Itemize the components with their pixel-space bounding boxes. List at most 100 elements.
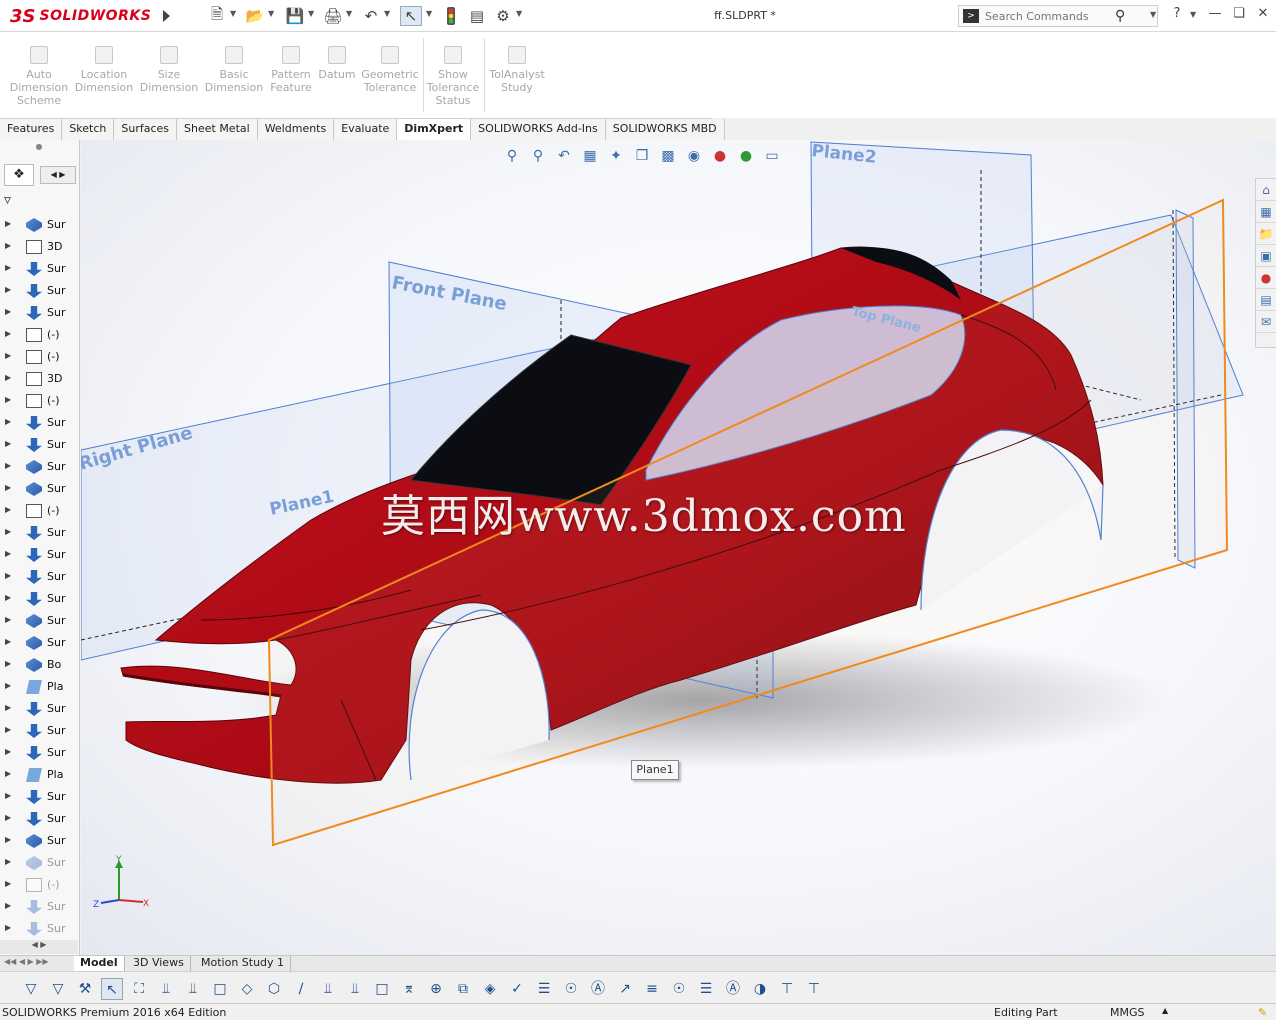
- expand-arrow-icon[interactable]: ▶: [5, 659, 11, 668]
- selection-filter-icon[interactable]: ☰: [533, 978, 555, 1000]
- restore-icon[interactable]: ❏: [1228, 6, 1250, 26]
- tab-sheet-metal[interactable]: Sheet Metal: [177, 119, 258, 140]
- size-dimension-button[interactable]: Size Dimension: [138, 46, 200, 94]
- expand-arrow-icon[interactable]: ▶: [5, 681, 11, 690]
- expand-arrow-icon[interactable]: ▶: [5, 373, 11, 382]
- tree-item[interactable]: ▶ Sur: [0, 214, 78, 236]
- expand-arrow-icon[interactable]: ▶: [5, 527, 11, 536]
- hide-show-items-icon[interactable]: ◉: [683, 145, 705, 167]
- expand-arrow-icon[interactable]: ▶: [5, 725, 11, 734]
- selection-filter-icon[interactable]: □: [371, 978, 393, 1000]
- expand-arrow-icon[interactable]: ▶: [5, 505, 11, 514]
- selection-filter-icon[interactable]: Ⓐ: [587, 978, 609, 1000]
- options-gear-icon[interactable]: ⚙: [492, 6, 514, 26]
- expand-arrow-icon[interactable]: ▶: [5, 857, 11, 866]
- filter-icon[interactable]: ▿: [4, 192, 24, 212]
- units-label[interactable]: MMGS: [1110, 1006, 1145, 1019]
- undo-icon[interactable]: ↶: [360, 6, 382, 26]
- expand-arrow-icon[interactable]: ▶: [5, 395, 11, 404]
- selection-filter-icon[interactable]: ▽: [20, 978, 42, 1000]
- options-dropdown-icon[interactable]: ▼: [516, 9, 524, 21]
- solidworks-resources-icon[interactable]: ⌂: [1256, 179, 1276, 201]
- tree-item[interactable]: ▶ Sur: [0, 808, 78, 830]
- selection-filter-icon[interactable]: ⫫: [155, 978, 177, 1000]
- show-tolerance-status-button[interactable]: Show Tolerance Status: [426, 46, 480, 107]
- expand-arrow-icon[interactable]: ▶: [5, 263, 11, 272]
- expand-arrow-icon[interactable]: ▶: [5, 351, 11, 360]
- menu-flyout-arrow-icon[interactable]: [160, 8, 172, 24]
- expand-arrow-icon[interactable]: ▶: [5, 219, 11, 228]
- tree-item[interactable]: ▶ Sur: [0, 522, 78, 544]
- expand-arrow-icon[interactable]: ▶: [5, 439, 11, 448]
- selection-filter-icon[interactable]: ⛶: [128, 978, 150, 1000]
- tab-weldments[interactable]: Weldments: [257, 119, 335, 140]
- selection-filter-icon[interactable]: ☉: [560, 978, 582, 1000]
- selection-filter-icon[interactable]: ◇: [236, 978, 258, 1000]
- tab-evaluate[interactable]: Evaluate: [334, 119, 398, 140]
- custom-properties-icon[interactable]: ▤: [1256, 289, 1276, 311]
- select-dropdown-icon[interactable]: ▼: [426, 9, 434, 21]
- search-input[interactable]: [985, 9, 1115, 23]
- tree-item[interactable]: ▶ 3D: [0, 368, 78, 390]
- rebuild-status-icon[interactable]: ✎: [1258, 1006, 1267, 1019]
- geometric-tolerance-button[interactable]: Geometric Tolerance: [360, 46, 420, 94]
- expand-arrow-icon[interactable]: ▶: [5, 769, 11, 778]
- tab-motion-study-1[interactable]: Motion Study 1: [195, 956, 292, 971]
- selection-filter-icon[interactable]: ◑: [749, 978, 771, 1000]
- viewport-split-icon[interactable]: ▯: [1175, 140, 1181, 141]
- tab-sketch[interactable]: Sketch: [62, 119, 115, 140]
- expand-arrow-icon[interactable]: ▶: [5, 835, 11, 844]
- selection-filter-icon[interactable]: ↗: [614, 978, 636, 1000]
- print-dropdown-icon[interactable]: ▼: [346, 9, 354, 21]
- tree-item[interactable]: ▶ Sur: [0, 280, 78, 302]
- expand-arrow-icon[interactable]: ▶: [5, 593, 11, 602]
- selection-filter-icon[interactable]: ↖: [101, 978, 123, 1000]
- selection-filter-icon[interactable]: ⊤: [803, 978, 825, 1000]
- expand-arrow-icon[interactable]: ▶: [5, 241, 11, 250]
- tree-item[interactable]: ▶ (-): [0, 324, 78, 346]
- selection-filter-icon[interactable]: ☰: [695, 978, 717, 1000]
- tree-item[interactable]: ▶ Pla: [0, 764, 78, 786]
- selection-filter-icon[interactable]: ⊕: [425, 978, 447, 1000]
- view-orientation-icon[interactable]: ❒: [631, 145, 653, 167]
- tree-item[interactable]: ▶ Sur: [0, 786, 78, 808]
- tree-item[interactable]: ▶ Sur: [0, 918, 78, 940]
- expand-arrow-icon[interactable]: ▶: [5, 549, 11, 558]
- apply-scene-icon[interactable]: ●: [735, 145, 757, 167]
- open-folder-icon[interactable]: 📂: [244, 6, 266, 26]
- datum-button[interactable]: Datum: [318, 46, 356, 81]
- tree-item[interactable]: ▶ Sur: [0, 698, 78, 720]
- tab-features[interactable]: Features: [0, 119, 63, 140]
- tab-surfaces[interactable]: Surfaces: [114, 119, 178, 140]
- tree-item[interactable]: ▶ Sur: [0, 742, 78, 764]
- new-dropdown-icon[interactable]: ▼: [230, 9, 238, 21]
- selection-filter-icon[interactable]: Ⓐ: [722, 978, 744, 1000]
- units-dropdown-icon[interactable]: ▲: [1162, 1006, 1168, 1015]
- selection-filter-icon[interactable]: □: [209, 978, 231, 1000]
- expand-arrow-icon[interactable]: ▶: [5, 747, 11, 756]
- basic-dimension-button[interactable]: Basic Dimension: [203, 46, 265, 94]
- pattern-feature-button[interactable]: Pattern Feature: [266, 46, 316, 94]
- tab-solidworks-add-ins[interactable]: SOLIDWORKS Add-Ins: [471, 119, 606, 140]
- selection-filter-icon[interactable]: ∕: [290, 978, 312, 1000]
- selection-filter-icon[interactable]: ⫫: [317, 978, 339, 1000]
- panel-splitter-handle[interactable]: ●: [0, 142, 78, 154]
- print-icon[interactable]: 🖨: [322, 6, 344, 26]
- graphics-area[interactable]: Right Plane Front Plane Top Plane Plane1…: [81, 140, 1276, 955]
- expand-arrow-icon[interactable]: ▶: [5, 571, 11, 580]
- location-dimension-button[interactable]: Location Dimension: [73, 46, 135, 94]
- expand-arrow-icon[interactable]: ▶: [5, 329, 11, 338]
- selection-filter-icon[interactable]: ⧉: [452, 978, 474, 1000]
- tree-item[interactable]: ▶ (-): [0, 500, 78, 522]
- tree-item[interactable]: ▶ Sur: [0, 566, 78, 588]
- tree-item[interactable]: ▶ Sur: [0, 852, 78, 874]
- dynamic-annotation-icon[interactable]: ✦: [605, 145, 627, 167]
- help-dropdown-icon[interactable]: ▼: [1190, 10, 1198, 22]
- open-dropdown-icon[interactable]: ▼: [268, 9, 276, 21]
- tree-item[interactable]: ▶ Pla: [0, 676, 78, 698]
- new-document-icon[interactable]: 🗎: [206, 5, 228, 26]
- section-view-icon[interactable]: ▦: [579, 145, 601, 167]
- viewport-tile-icon[interactable]: ▯: [1149, 140, 1155, 141]
- zoom-to-area-icon[interactable]: ⚲: [527, 145, 549, 167]
- solidworks-forum-icon[interactable]: ✉: [1256, 311, 1276, 333]
